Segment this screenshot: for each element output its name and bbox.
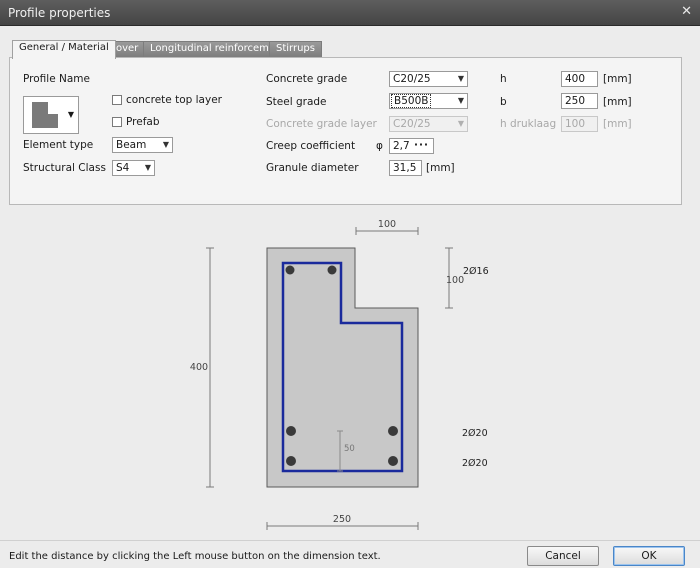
element-type-value: Beam (116, 139, 147, 151)
chevron-down-icon: ▼ (457, 74, 464, 83)
concrete-grade-value: C20/25 (393, 73, 431, 85)
l-profile-icon (32, 102, 58, 128)
chevron-down-icon: ▼ (67, 110, 74, 119)
h-unit: [mm] (603, 73, 632, 85)
b-value: 250 (565, 95, 586, 107)
steel-grade-select[interactable]: B500B ▼ (389, 93, 468, 109)
element-type-select[interactable]: Beam ▼ (112, 137, 173, 153)
b-unit: [mm] (603, 96, 632, 108)
rebar-bottom-right[interactable] (388, 456, 398, 466)
rebar-mid-left[interactable] (286, 426, 296, 436)
phi-symbol: φ (376, 140, 383, 152)
dimension-right-text[interactable]: 100 (446, 275, 464, 286)
chevron-down-icon: ▼ (457, 96, 464, 105)
h-druklaag-value: 100 (565, 118, 586, 130)
close-icon[interactable]: ✕ (681, 4, 692, 19)
h-input[interactable]: 400 (561, 71, 598, 87)
h-druklaag-input[interactable]: 100 (561, 116, 598, 132)
structural-class-label: Structural Class (23, 162, 106, 174)
cancel-button[interactable]: Cancel (527, 546, 599, 566)
concrete-grade-layer-value: C20/25 (393, 118, 431, 130)
profile-name-label: Profile Name (23, 73, 90, 85)
dimension-inner-text[interactable]: 50 (344, 444, 355, 454)
rebar-top-left[interactable] (285, 265, 295, 275)
chevron-down-icon: ▼ (457, 119, 464, 128)
structural-class-select[interactable]: S4 ▼ (112, 160, 155, 176)
status-text: Edit the distance by clicking the Left m… (9, 551, 381, 562)
dimension-top-text[interactable]: 100 (378, 219, 396, 230)
steel-grade-label: Steel grade (266, 96, 327, 108)
rebar-mid-label: 2Ø20 (462, 428, 488, 439)
structural-class-value: S4 (116, 162, 130, 174)
concrete-grade-label: Concrete grade (266, 73, 348, 85)
h-druklaag-label: h druklaag (500, 118, 557, 130)
rebar-mid-right[interactable] (388, 426, 398, 436)
chevron-down-icon: ▼ (144, 163, 151, 172)
prefab-label: Prefab (126, 116, 160, 128)
concrete-grade-layer-label: Concrete grade layer (266, 118, 377, 130)
tab-general-material[interactable]: General / Material (12, 40, 116, 59)
creep-coefficient-input[interactable]: 2,7 ··· (389, 138, 434, 154)
b-label: b (500, 96, 507, 108)
steel-grade-value: B500B (391, 94, 432, 108)
profile-shape-picker[interactable]: ▼ (23, 96, 79, 134)
window-title: Profile properties (8, 6, 111, 20)
rebar-top-label: 2Ø16 (463, 266, 489, 277)
creep-coefficient-value: 2,7 (393, 140, 410, 152)
rebar-bottom-left[interactable] (286, 456, 296, 466)
concrete-grade-layer-select[interactable]: C20/25 ▼ (389, 116, 468, 132)
rebar-bottom-label: 2Ø20 (462, 458, 488, 469)
checkbox-box[interactable] (112, 95, 122, 105)
h-label: h (500, 73, 507, 85)
dialog-client: General / Material Cover Longitudinal re… (0, 26, 700, 568)
h-druklaag-unit: [mm] (603, 118, 632, 130)
granule-diameter-input[interactable]: 31,5 (389, 160, 422, 176)
granule-unit: [mm] (426, 162, 455, 174)
chevron-down-icon: ▼ (162, 140, 169, 149)
cross-section-drawing: 100 100 400 250 50 2Ø16 2Ø20 2Ø20 (190, 219, 489, 530)
tab-stirrups[interactable]: Stirrups (269, 41, 322, 57)
concrete-grade-select[interactable]: C20/25 ▼ (389, 71, 468, 87)
prefab-checkbox[interactable]: Prefab (112, 116, 160, 128)
concrete-top-layer-checkbox[interactable]: concrete top layer (112, 94, 222, 106)
h-value: 400 (565, 73, 586, 85)
title-bar: Profile properties ✕ (0, 0, 700, 26)
concrete-top-layer-label: concrete top layer (126, 94, 222, 106)
element-type-label: Element type (23, 139, 94, 151)
granule-diameter-label: Granule diameter (266, 162, 359, 174)
dimension-left-text[interactable]: 400 (190, 362, 208, 373)
status-bar: Edit the distance by clicking the Left m… (0, 540, 700, 568)
rebar-top-right[interactable] (327, 265, 337, 275)
more-options-icon[interactable]: ··· (414, 138, 429, 152)
granule-diameter-value: 31,5 (393, 162, 417, 174)
checkbox-box[interactable] (112, 117, 122, 127)
dimension-bottom-text[interactable]: 250 (333, 514, 351, 525)
b-input[interactable]: 250 (561, 93, 598, 109)
creep-coefficient-label: Creep coefficient (266, 140, 356, 152)
ok-button[interactable]: OK (613, 546, 685, 566)
concrete-section (266, 247, 419, 488)
